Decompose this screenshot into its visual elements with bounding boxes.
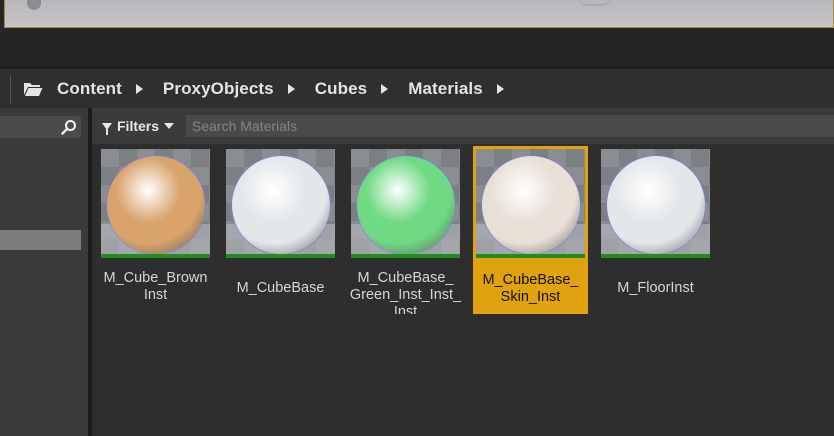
asset-label: M_Cube_Brown Inst [103,270,208,303]
asset-label: M_CubeBase [236,280,325,296]
folder-search-input[interactable] [0,116,81,138]
material-thumbnail [601,149,710,258]
material-thumbnail [226,149,335,258]
breadcrumb-item-proxyobjects[interactable]: ProxyObjects [163,79,274,99]
viewport-image [4,0,834,28]
breadcrumb-item-cubes[interactable]: Cubes [315,79,367,99]
chevron-right-icon[interactable] [496,83,504,94]
asset-grid: M_Cube_Brown Inst M_CubeBase M_CubeBase_ G… [92,144,834,436]
asset-label: M_CubeBase_ Green_Inst_Inst_ Inst [349,270,462,314]
asset-tile[interactable]: M_CubeBase_ Skin_Inst [473,146,588,314]
asset-tile[interactable]: M_FloorInst [598,146,713,314]
filters-button[interactable]: Filters [102,115,175,137]
asset-browser: Filters M_Cube_Brown InstM_CubeBaseM_Cub… [92,108,834,436]
material-sphere [607,156,705,254]
material-thumbnail [351,149,460,258]
material-sphere [232,156,330,254]
folder-tree-panel [0,108,88,436]
material-thumbnail [101,149,210,258]
breadcrumb-item-materials[interactable]: Materials [408,79,483,99]
material-sphere [107,156,205,254]
panel-gap [0,32,834,66]
filters-label: Filters [117,118,160,134]
viewport-strip[interactable] [0,0,834,32]
asset-type-bar [226,254,335,258]
asset-type-bar [351,254,460,258]
asset-tile[interactable]: M_Cube_Brown Inst [98,146,213,314]
chevron-right-icon[interactable] [381,83,389,94]
asset-type-bar [601,254,710,258]
material-thumbnail [476,149,585,258]
breadcrumb: Content ProxyObjects Cubes Materials [0,66,834,108]
asset-tile[interactable]: M_CubeBase_ Green_Inst_Inst_ Inst [348,146,463,314]
chevron-right-icon[interactable] [135,83,143,94]
asset-toolbar: Filters [92,108,834,144]
chevron-right-icon[interactable] [287,83,295,94]
asset-label: M_FloorInst [617,280,694,296]
breadcrumb-divider [0,74,11,103]
asset-tile[interactable]: M_CubeBase [223,146,338,314]
asset-label: M_CubeBase_ Skin_Inst [482,272,579,305]
material-sphere [482,156,580,254]
search-icon[interactable] [61,119,77,135]
asset-type-bar [101,254,210,258]
folder-open-icon[interactable] [23,81,43,97]
filter-icon [102,122,112,135]
breadcrumb-item-content[interactable]: Content [57,79,122,99]
material-sphere [357,156,455,254]
asset-type-bar [476,254,585,258]
chevron-down-icon [164,123,175,129]
viewport-shape [575,0,615,6]
folder-tree-selected-row[interactable] [0,230,81,250]
search-input[interactable] [186,115,834,137]
viewport-icon [27,0,41,10]
